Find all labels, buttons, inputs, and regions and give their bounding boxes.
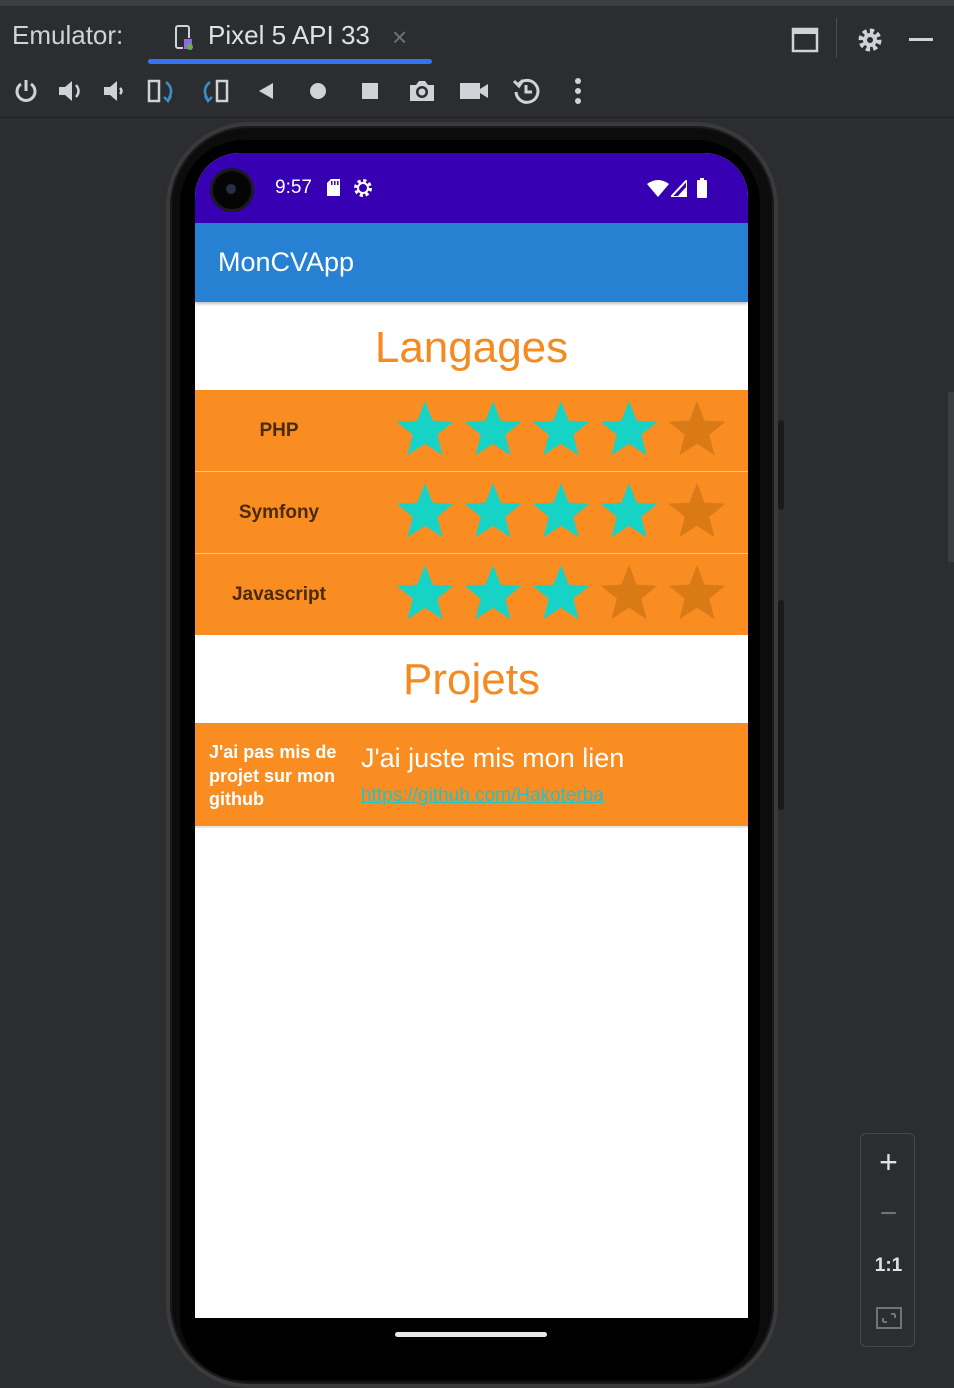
- toolbar-separator: [836, 18, 837, 58]
- project-item: J'ai pas mis de projet sur mon github J'…: [195, 723, 748, 826]
- cell-signal-icon: [671, 180, 687, 197]
- phone-volume-button[interactable]: [778, 600, 784, 810]
- rotate-right-icon[interactable]: [197, 74, 231, 108]
- rotate-left-icon[interactable]: [145, 74, 179, 108]
- skill-name: PHP: [259, 419, 299, 441]
- screen-record-icon[interactable]: [457, 74, 491, 108]
- fit-screen-icon[interactable]: [861, 1292, 916, 1344]
- device-tab[interactable]: Pixel 5 API 33 ×: [148, 14, 432, 64]
- github-link[interactable]: https://github.com/Hakoterba: [361, 785, 604, 807]
- gesture-nav-bar[interactable]: [395, 1332, 547, 1337]
- rating-bar[interactable]: [395, 558, 735, 628]
- status-bar: 9:57: [195, 153, 748, 223]
- skill-row: Javascript: [195, 554, 748, 635]
- skill-row: Symfony: [195, 472, 748, 553]
- more-options-icon[interactable]: [561, 74, 595, 108]
- app-title: MonCVApp: [218, 247, 355, 277]
- app-bar: MonCVApp: [195, 223, 748, 302]
- star-empty-icon[interactable]: [667, 476, 735, 546]
- battery-icon: [697, 178, 707, 198]
- home-icon[interactable]: [301, 74, 335, 108]
- status-clock: 9:57: [275, 177, 312, 198]
- settings-gear-icon[interactable]: [852, 20, 892, 60]
- star-filled-icon[interactable]: [531, 558, 599, 628]
- minimize-icon[interactable]: [902, 20, 942, 60]
- star-filled-icon[interactable]: [395, 476, 463, 546]
- snapshot-restore-icon[interactable]: [509, 74, 543, 108]
- star-filled-icon[interactable]: [599, 394, 667, 464]
- vertical-scrollbar[interactable]: [948, 392, 954, 562]
- project-divider: [195, 826, 748, 828]
- star-filled-icon[interactable]: [463, 394, 531, 464]
- emulator-toolbar: [0, 64, 954, 118]
- projects-heading: Projets: [403, 655, 540, 704]
- languages-heading: Langages: [374, 323, 569, 372]
- star-filled-icon[interactable]: [463, 476, 531, 546]
- star-filled-icon[interactable]: [395, 558, 463, 628]
- phone-screen[interactable]: 9:57 MonCVApp Langages PHP Symfony Javascr…: [195, 153, 748, 1318]
- star-empty-icon[interactable]: [599, 558, 667, 628]
- device-tab-label: Pixel 5 API 33: [208, 20, 370, 50]
- star-filled-icon[interactable]: [531, 394, 599, 464]
- settings-status-icon: [354, 179, 372, 197]
- star-filled-icon[interactable]: [463, 558, 531, 628]
- zoom-in-button[interactable]: +: [861, 1136, 916, 1188]
- overview-icon[interactable]: [353, 74, 387, 108]
- star-filled-icon[interactable]: [531, 476, 599, 546]
- skill-name: Symfony: [238, 501, 320, 523]
- power-icon[interactable]: [9, 74, 43, 108]
- volume-down-icon[interactable]: [98, 74, 132, 108]
- actual-size-button[interactable]: 1:1: [861, 1240, 916, 1292]
- project-title: J'ai juste mis mon lien: [361, 743, 625, 773]
- front-camera: [213, 171, 251, 209]
- device-icon: [175, 25, 193, 50]
- close-tab-icon[interactable]: ×: [392, 22, 407, 53]
- sd-card-icon: [327, 179, 340, 196]
- back-icon[interactable]: [249, 74, 283, 108]
- project-description: J'ai pas mis de projet sur mon github: [209, 742, 337, 809]
- zoom-out-button[interactable]: −: [861, 1188, 916, 1240]
- star-empty-icon[interactable]: [667, 558, 735, 628]
- star-filled-icon[interactable]: [599, 476, 667, 546]
- rating-bar[interactable]: [395, 476, 735, 546]
- skill-row: PHP: [195, 390, 748, 471]
- zoom-controls: + − 1:1: [860, 1133, 915, 1347]
- skill-name: Javascript: [231, 583, 326, 605]
- wifi-icon: [647, 180, 669, 197]
- restore-window-icon[interactable]: [786, 20, 826, 60]
- star-filled-icon[interactable]: [395, 394, 463, 464]
- phone-power-button[interactable]: [778, 420, 784, 510]
- screenshot-camera-icon[interactable]: [405, 74, 439, 108]
- emulator-panel-title: Emulator:: [12, 20, 124, 50]
- star-empty-icon[interactable]: [667, 394, 735, 464]
- volume-up-icon[interactable]: [54, 74, 88, 108]
- emulator-tab-bar: Emulator: Pixel 5 API 33 ×: [0, 0, 954, 64]
- rating-bar[interactable]: [395, 394, 735, 464]
